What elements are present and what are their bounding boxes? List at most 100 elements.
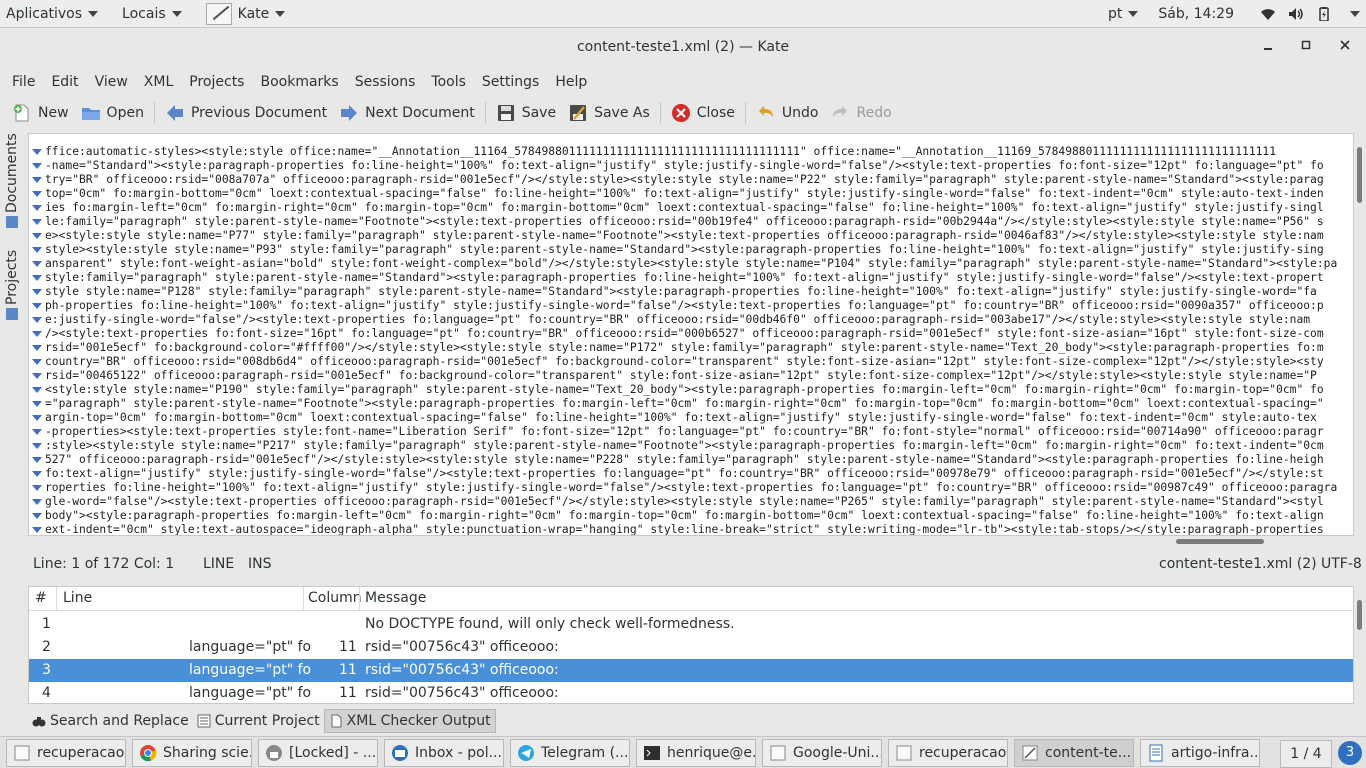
code-line[interactable]: try="BR" officeooo:rsid="008a707a" offic… [29,173,1353,187]
output-table-header: # Line Column Message [29,587,1353,611]
projects-tab[interactable]: Projects [4,237,22,305]
code-line[interactable]: argin-top="0cm" fo:margin-bottom="0cm" l… [29,411,1353,425]
menu-edit[interactable]: Edit [43,74,86,90]
cursor-position[interactable]: Line: 1 of 172 Col: 1 [33,556,174,572]
menu-xml[interactable]: XML [136,74,181,90]
notification-badge[interactable]: 3 [1338,741,1362,765]
code-line[interactable]: gle-word="false"/><style:text-properties… [29,495,1353,509]
xml-checker-output-tab[interactable]: XML Checker Output [323,709,496,733]
code-line[interactable]: body"><style:paragraph-properties fo:mar… [29,509,1353,523]
task-recuperacao[interactable]: recuperacao [6,738,126,767]
code-line[interactable]: ph-properties fo:line-height="100%" fo:t… [29,299,1353,313]
header-message[interactable]: Message [365,590,426,610]
code-line[interactable]: le:family="paragraph" style:parent-style… [29,215,1353,229]
minimize-button[interactable] [1260,39,1276,55]
header-line[interactable]: Line [63,590,92,610]
code-line[interactable]: rsid="001e5ecf" fo:background-color="#ff… [29,341,1353,355]
code-line[interactable]: ies fo:margin-left="0cm" fo:margin-right… [29,201,1353,215]
code-line[interactable]: style><style:style style:name="P93" styl… [29,243,1353,257]
task-artigo-infra[interactable]: artigo-infra... [1140,738,1260,767]
scrollbar-thumb[interactable] [1176,539,1264,544]
code-line[interactable]: 527" officeooo:paragraph-rsid="001e5ecf"… [29,453,1353,467]
workspace-pager[interactable]: 1 / 4 [1280,740,1332,768]
code-line[interactable]: fo:text-align="justify" style:justify-si… [29,467,1353,481]
code-editor[interactable]: ffice:automatic-styles><style:style offi… [28,133,1354,536]
header-number[interactable]: # [35,590,47,610]
code-line[interactable]: roperties fo:line-height="100%" fo:text-… [29,481,1353,495]
maximize-button[interactable] [1298,39,1314,55]
code-line[interactable]: style style:name="P128" style:family="pa… [29,285,1353,299]
task-telegram[interactable]: Telegram (... [510,738,630,767]
clock[interactable]: Sáb, 14:29 [1152,0,1240,28]
close-document-button[interactable]: Close [665,99,741,127]
header-column[interactable]: Column [308,590,362,610]
editor-horizontal-scrollbar[interactable] [28,537,1354,545]
encoding[interactable]: UTF-8 [1321,556,1362,572]
table-row[interactable]: 1 No DOCTYPE found, will only check well… [29,613,1353,636]
documents-tab[interactable]: Documents [4,133,22,213]
next-document-button[interactable]: Next Document [333,99,481,127]
task-chrome[interactable]: Sharing scie... [132,738,252,767]
table-row-selected[interactable]: 3 language="pt" fo 11 rsid="00756c43" of… [29,659,1353,682]
save-as-button[interactable]: Save As [562,99,656,127]
code-line[interactable]: <style:style style:name="P190" style:fam… [29,383,1353,397]
code-line[interactable]: -properties><style:text-properties style… [29,425,1353,439]
task-terminal[interactable]: henrique@e... [636,738,756,767]
menu-tools[interactable]: Tools [423,74,474,90]
code-line[interactable]: style:family="paragraph" style:parent-st… [29,271,1353,285]
task-inbox[interactable]: Inbox - pol... [384,738,504,767]
code-line[interactable]: rsid="00465122" officeooo:paragraph-rsid… [29,369,1353,383]
undo-button[interactable]: Undo [750,99,825,127]
menu-projects[interactable]: Projects [181,74,252,90]
input-mode[interactable]: INS [248,556,272,572]
volume-icon[interactable] [1288,7,1304,21]
code-line[interactable]: ffice:automatic-styles><style:style offi… [29,145,1353,159]
previous-document-button[interactable]: Previous Document [159,99,333,127]
system-menu[interactable] [1338,0,1366,28]
app-menu[interactable]: Kate [200,0,292,28]
wifi-icon[interactable] [1260,7,1276,21]
code-line[interactable]: e:justify-single-word="false"/><style:te… [29,313,1353,327]
task-locked[interactable]: [Locked] - ... [258,738,378,767]
task-content-teste[interactable]: content-te... [1014,738,1134,767]
code-line[interactable]: ext-indent="0cm" style:text-autospace="i… [29,523,1353,535]
column-divider[interactable] [359,587,360,611]
language-menu[interactable]: pt [1102,0,1144,28]
task-recuperacao-2[interactable]: recuperacao [888,738,1008,767]
table-row[interactable]: 4 language="pt" fo 11 rsid="00756c43" of… [29,682,1353,703]
menu-file[interactable]: File [4,74,43,90]
selection-mode[interactable]: LINE [203,556,234,572]
task-label: henrique@e... [667,744,756,761]
code-line[interactable]: e><style:style style:name="P77" style:fa… [29,229,1353,243]
battery-icon[interactable] [1316,7,1332,21]
code-line[interactable]: /><style:text-properties fo:font-size="1… [29,327,1353,341]
new-button[interactable]: New [6,99,75,127]
save-button[interactable]: Save [490,99,562,127]
output-vertical-scrollbar[interactable] [1354,586,1366,704]
menu-sessions[interactable]: Sessions [347,74,424,90]
search-replace-tab[interactable]: Search and Replace [28,709,193,733]
menu-bookmarks[interactable]: Bookmarks [252,74,346,90]
scrollbar-thumb[interactable] [1357,147,1362,203]
close-window-button[interactable] [1337,39,1353,55]
editor-vertical-scrollbar[interactable] [1354,133,1366,536]
code-line[interactable]: ="paragraph" style:parent-style-name="Fo… [29,397,1353,411]
table-row[interactable]: 2 language="pt" fo 11 rsid="00756c43" of… [29,636,1353,659]
menu-view[interactable]: View [87,74,136,90]
applications-menu[interactable]: Aplicativos [0,0,104,28]
code-line[interactable]: ansparent" style:font-weight-asian="bold… [29,257,1353,271]
code-line[interactable]: -name="Standard"><style:paragraph-proper… [29,159,1353,173]
redo-button[interactable]: Redo [824,99,897,127]
open-button[interactable]: Open [75,99,150,127]
current-project-tab[interactable]: Current Project [193,709,324,733]
task-google-uni[interactable]: Google-Uni... [762,738,882,767]
code-line[interactable]: :style><style:style style:name="P217" st… [29,439,1353,453]
scrollbar-thumb[interactable] [1357,600,1362,630]
places-menu[interactable]: Locais [116,0,188,28]
code-line[interactable]: country="BR" officeooo:rsid="008db6d4" o… [29,355,1353,369]
code-line[interactable]: top="0cm" fo:margin-bottom="0cm" loext:c… [29,187,1353,201]
column-divider[interactable] [303,587,304,611]
menu-help[interactable]: Help [547,74,595,90]
menu-settings[interactable]: Settings [474,74,547,90]
column-divider[interactable] [56,587,57,611]
